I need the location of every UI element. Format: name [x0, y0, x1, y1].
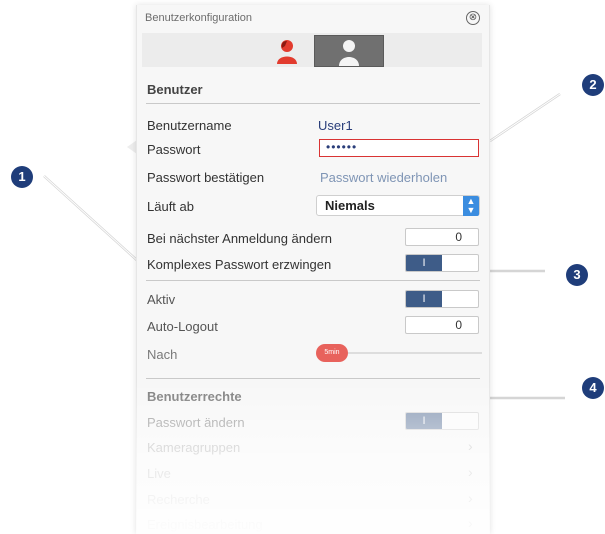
- chevron-updown-icon: ▲ ▼: [463, 196, 479, 216]
- logout-delay-slider-track[interactable]: [348, 352, 482, 354]
- user-avatar-red-icon[interactable]: [276, 38, 298, 64]
- callout-badge-3: 3: [566, 264, 588, 286]
- divider: [146, 103, 480, 104]
- user-avatar-selected-icon[interactable]: [314, 35, 384, 67]
- close-icon[interactable]: ⊗: [466, 11, 480, 25]
- username-value[interactable]: User1: [318, 118, 353, 133]
- toggle-state: 0: [455, 230, 462, 244]
- expires-label: Läuft ab: [147, 199, 194, 214]
- toggle-state: I: [406, 291, 442, 307]
- callout-badge-2: 2: [582, 74, 604, 96]
- active-toggle[interactable]: I: [405, 290, 479, 308]
- change-password-right-toggle[interactable]: I: [405, 412, 479, 430]
- expires-value: Niemals: [325, 198, 375, 213]
- logout-delay-slider-knob[interactable]: 5min: [316, 344, 348, 362]
- rights-item-research[interactable]: Recherche: [147, 492, 210, 507]
- chevron-right-icon: ›: [468, 490, 473, 506]
- auto-logout-toggle[interactable]: 0: [405, 316, 479, 334]
- toggle-state: 0: [455, 318, 462, 332]
- user-tabbar: [142, 33, 482, 67]
- complex-password-toggle[interactable]: I: [405, 254, 479, 272]
- expires-select[interactable]: Niemals ▲ ▼: [316, 195, 480, 216]
- after-label: Nach: [147, 347, 178, 362]
- rights-item-camera-groups[interactable]: Kameragruppen: [147, 440, 240, 455]
- callout-badge-4: 4: [582, 377, 604, 399]
- password-label: Passwort: [147, 142, 201, 157]
- toggle-state: I: [406, 413, 442, 429]
- confirm-password-label: Passwort bestätigen: [147, 170, 265, 185]
- chevron-right-icon: ›: [468, 438, 473, 454]
- chevron-right-icon: ›: [468, 464, 473, 480]
- divider: [146, 378, 480, 379]
- active-label: Aktiv: [147, 292, 176, 307]
- password-field[interactable]: ••••••: [319, 139, 479, 157]
- username-label: Benutzername: [147, 118, 232, 133]
- rights-item-event-editing[interactable]: Ereignisbearbeitung: [147, 517, 263, 532]
- change-next-login-label: Bei nächster Anmeldung ändern: [147, 231, 333, 246]
- complex-password-label: Komplexes Passwort erzwingen: [147, 257, 332, 272]
- change-next-login-toggle[interactable]: 0: [405, 228, 479, 246]
- divider: [146, 280, 480, 281]
- section-header-rights: Benutzerrechte: [147, 389, 242, 404]
- auto-logout-label: Auto-Logout: [147, 319, 218, 334]
- confirm-password-field[interactable]: Passwort wiederholen: [320, 170, 447, 185]
- change-password-right-label: Passwort ändern: [147, 415, 245, 430]
- section-header-user: Benutzer: [147, 82, 203, 97]
- window-title: Benutzerkonfiguration: [145, 12, 253, 24]
- chevron-right-icon: ›: [468, 515, 473, 531]
- rights-item-live[interactable]: Live: [147, 466, 171, 481]
- callout-badge-1: 1: [11, 166, 33, 188]
- toggle-state: I: [406, 255, 442, 271]
